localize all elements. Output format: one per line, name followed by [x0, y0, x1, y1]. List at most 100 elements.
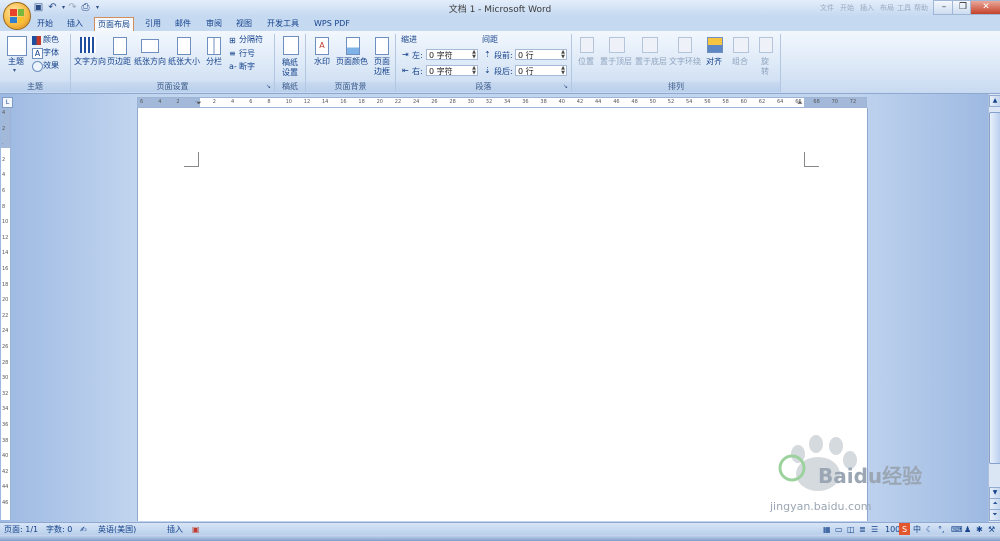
page-borders-icon[interactable] — [375, 37, 389, 55]
margins-icon[interactable] — [113, 37, 127, 55]
text-direction-button[interactable]: 文字方向 — [73, 57, 107, 67]
tab-insert[interactable]: 插入 — [64, 17, 86, 30]
crop-mark-right — [804, 152, 819, 167]
crop-mark-left — [184, 152, 199, 167]
hruler-tick-label: 36 — [522, 99, 529, 105]
page-setup-launcher-icon[interactable]: ↘ — [265, 83, 272, 90]
scroll-up-icon[interactable]: ▲ — [989, 95, 1000, 107]
tab-selector-icon[interactable]: L — [2, 97, 13, 108]
tab-wps-pdf[interactable]: WPS PDF — [311, 17, 353, 30]
vruler-tick-label: 22 — [2, 312, 9, 319]
vruler-tick-label: 14 — [2, 250, 9, 257]
group-objects-icon[interactable] — [733, 37, 749, 53]
watermark-brand: Baidu经验 — [818, 464, 923, 488]
scroll-thumb[interactable] — [989, 112, 1000, 464]
spacing-after-stepper-icon[interactable]: ▲ ▼ — [561, 66, 565, 76]
effects-icon[interactable] — [32, 61, 43, 72]
fonts-button[interactable]: 字体 — [43, 48, 59, 58]
right-indent-marker-icon[interactable]: ⏶ — [797, 99, 803, 108]
text-wrap-button[interactable]: 文字环绕 — [667, 57, 703, 67]
themes-dropdown-icon[interactable]: ▾ — [13, 67, 16, 74]
themes-icon[interactable] — [7, 36, 27, 56]
tab-view[interactable]: 视图 — [233, 17, 255, 30]
horizontal-ruler[interactable]: 6 4 2 · 2 4 6 8 10 12 14 16 18 20 22 24 26 28 30 32 34 36 38 40… — [137, 97, 867, 108]
bring-front-button[interactable]: 置于顶层 — [598, 57, 634, 67]
vruler-tick-label: 16 — [2, 266, 9, 272]
hruler-tick-label: 18 — [358, 99, 365, 105]
tab-page-layout[interactable]: 页面布局 — [94, 17, 134, 31]
group-title-arrange: 排列 — [572, 82, 780, 92]
vertical-ruler[interactable]: 4 2 · 2 4 6 8 10 12 14 16 18 20 22 24 26 28 30 32 34 36 38 40 4… — [1, 108, 11, 520]
hyphenation-icon[interactable]: a- — [229, 62, 237, 71]
line-numbers-button[interactable]: 行号 — [239, 49, 255, 59]
fonts-icon[interactable]: A — [32, 48, 43, 59]
hruler-tick-label: 10 — [285, 99, 292, 105]
faint-menu-5: 工具 — [897, 4, 911, 12]
hruler-tick-label: 68 — [813, 99, 820, 105]
page-color-icon[interactable] — [346, 37, 360, 55]
hruler-tick-label: 38 — [540, 99, 547, 105]
indent-left-spinner[interactable]: 0 字符 ▲ ▼ — [426, 49, 478, 60]
size-icon[interactable] — [177, 37, 191, 55]
indent-right-spinner[interactable]: 0 字符 ▲ ▼ — [426, 65, 478, 76]
position-icon[interactable] — [580, 37, 594, 53]
text-direction-icon[interactable] — [80, 37, 96, 53]
group-title-themes: 主题 — [0, 82, 70, 92]
spacing-after-spinner[interactable]: 0 行 ▲ ▼ — [515, 65, 567, 76]
align-icon[interactable] — [707, 37, 723, 53]
vruler-tick-label: 38 — [2, 437, 9, 444]
draft-paper-icon[interactable] — [283, 36, 299, 55]
breaks-icon[interactable]: ⊞ — [229, 36, 236, 45]
group-title-draft: 稿纸 — [275, 82, 305, 92]
tab-home[interactable]: 开始 — [34, 17, 56, 30]
orientation-icon[interactable] — [141, 39, 159, 53]
align-button[interactable]: 对齐 — [703, 57, 725, 67]
text-wrap-icon[interactable] — [678, 37, 692, 53]
page-borders-button[interactable]: 页面 边框 — [371, 57, 393, 77]
line-numbers-icon[interactable]: ≡ — [229, 49, 236, 58]
watermark-icon[interactable]: A — [315, 37, 329, 55]
colors-button[interactable]: 颜色 — [43, 35, 59, 45]
group-objects-button[interactable]: 组合 — [729, 57, 751, 67]
breaks-button[interactable]: 分隔符 — [239, 35, 263, 45]
send-back-icon[interactable] — [642, 37, 658, 53]
indent-left-stepper-icon[interactable]: ▲ ▼ — [472, 50, 476, 60]
columns-button[interactable]: 分栏 — [203, 57, 225, 67]
indent-right-stepper-icon[interactable]: ▲ ▼ — [472, 66, 476, 76]
orientation-button[interactable]: 纸张方向 — [133, 57, 167, 67]
hyphenation-button[interactable]: 断字 — [239, 62, 255, 72]
spacing-before-stepper-icon[interactable]: ▲ ▼ — [561, 50, 565, 60]
tab-review[interactable]: 审阅 — [203, 17, 225, 30]
next-page-icon[interactable]: ⏷ — [989, 509, 1000, 521]
draft-settings-button[interactable]: 稿纸 设置 — [278, 58, 302, 78]
tab-developer[interactable]: 开发工具 — [264, 17, 302, 30]
size-button[interactable]: 纸张大小 — [167, 57, 201, 67]
document-page[interactable] — [137, 108, 868, 521]
hruler-tick-label: 4 — [158, 99, 162, 105]
watermark-url: jingyan.baidu.com — [770, 500, 872, 513]
page-color-button[interactable]: 页面颜色 — [334, 57, 370, 67]
hruler-tick-label: 4 — [231, 99, 235, 105]
first-line-indent-marker-icon[interactable]: ⏷ — [196, 99, 202, 108]
paragraph-launcher-icon[interactable]: ↘ — [562, 83, 569, 90]
rotate-button[interactable]: 旋 转 — [757, 57, 773, 77]
tab-references[interactable]: 引用 — [142, 17, 164, 30]
rotate-icon[interactable] — [759, 37, 773, 53]
watermark-button[interactable]: 水印 — [311, 57, 333, 67]
close-button[interactable]: ✕ — [970, 0, 1000, 15]
faint-menu-3: 插入 — [860, 4, 874, 12]
colors-icon[interactable] — [32, 36, 41, 45]
themes-button[interactable]: 主题 — [3, 57, 29, 67]
office-button[interactable] — [3, 2, 31, 30]
spacing-after-label: 段后: — [494, 67, 513, 76]
columns-icon[interactable] — [207, 37, 221, 55]
margins-button[interactable]: 页边距 — [106, 57, 132, 67]
vruler-tick-label: 40 — [2, 453, 9, 460]
position-button[interactable]: 位置 — [575, 57, 597, 67]
vruler-tick-label: 24 — [2, 328, 9, 335]
send-back-button[interactable]: 置于底层 — [633, 57, 669, 67]
effects-button[interactable]: 效果 — [43, 61, 59, 71]
tab-mailings[interactable]: 邮件 — [172, 17, 194, 30]
spacing-before-spinner[interactable]: 0 行 ▲ ▼ — [515, 49, 567, 60]
bring-front-icon[interactable] — [609, 37, 625, 53]
